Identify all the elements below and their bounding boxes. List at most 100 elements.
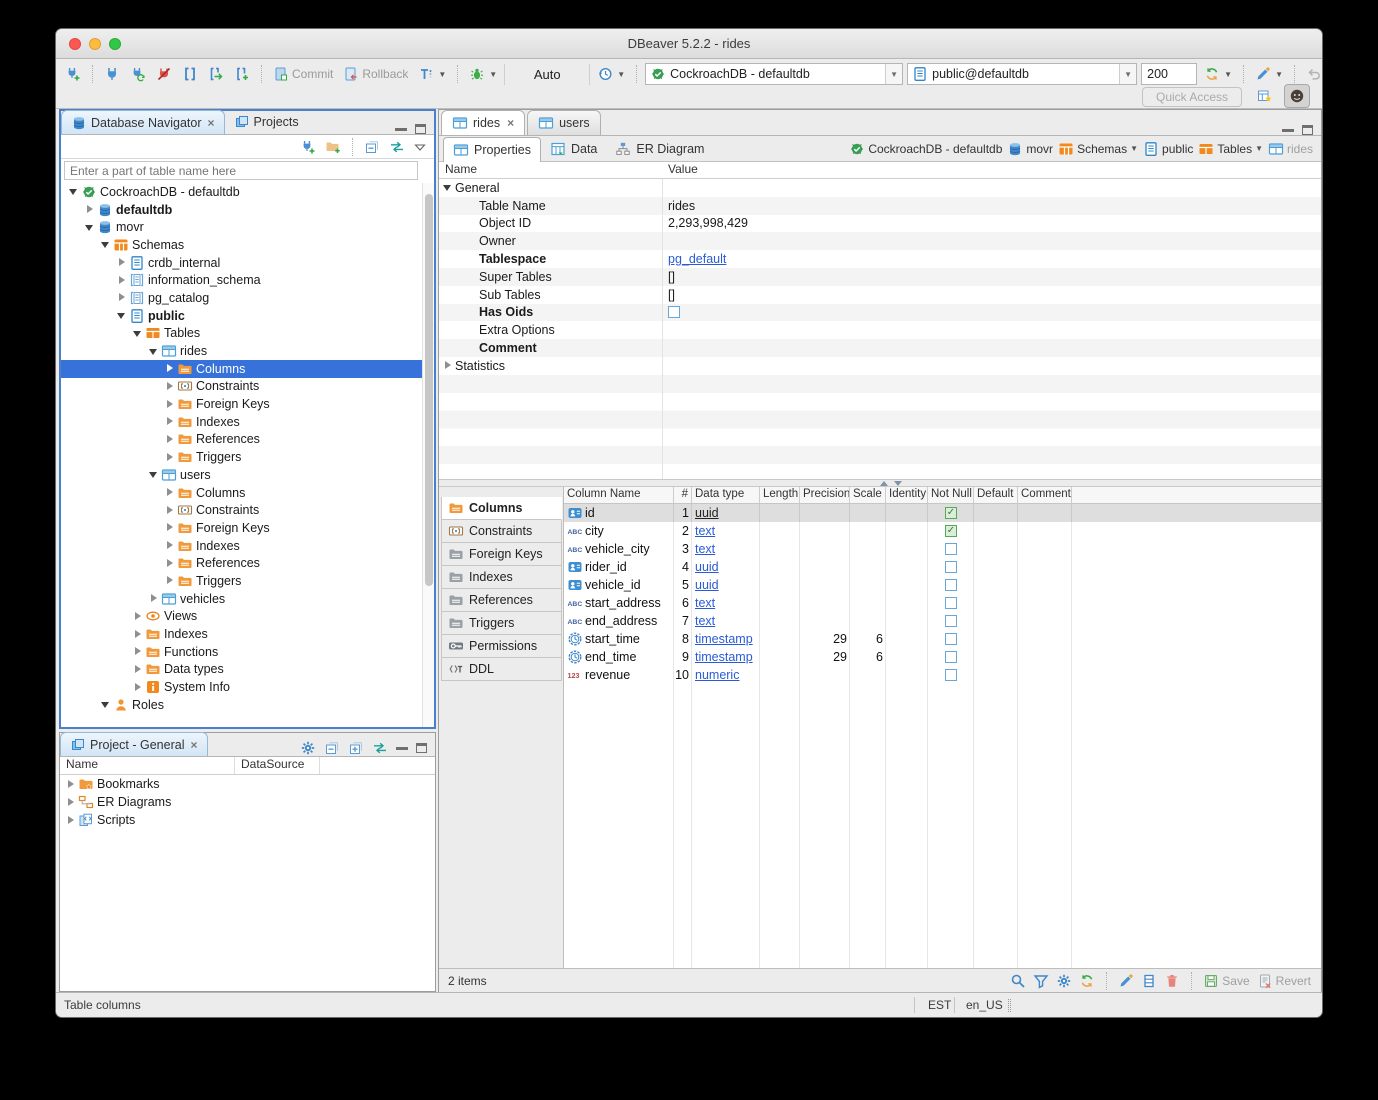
breadcrumb-movr[interactable]: movr — [1007, 141, 1053, 157]
connection-combo[interactable]: CockroachDB - defaultdb ▼ — [645, 63, 903, 85]
refresh-button[interactable]: ▼ — [1201, 66, 1235, 82]
transaction-mode-button[interactable]: ▼ — [415, 66, 449, 82]
chevron-down-icon[interactable]: ▼ — [1255, 144, 1263, 153]
tree-item-rides[interactable]: rides — [61, 342, 422, 360]
column-header-datasource[interactable]: DataSource — [235, 757, 320, 774]
chevron-right-icon[interactable] — [165, 381, 176, 392]
sql-editor-button[interactable] — [179, 63, 201, 85]
detail-tab-columns[interactable]: Columns — [441, 497, 562, 520]
fetch-size-input[interactable] — [1141, 63, 1197, 85]
subtab-data[interactable]: Data — [541, 137, 606, 162]
columns-config-icon[interactable] — [1141, 973, 1157, 989]
chevron-right-icon[interactable] — [85, 204, 96, 215]
gear-icon[interactable] — [300, 740, 316, 756]
property-row-super-tables[interactable]: Super Tables[] — [439, 268, 1321, 286]
view-menu-button[interactable] — [412, 137, 428, 157]
property-row-table-name[interactable]: Table Namerides — [439, 197, 1321, 215]
column-header-length[interactable]: Length — [760, 487, 800, 503]
new-sql-editor-button[interactable] — [231, 63, 253, 85]
chevron-right-icon[interactable] — [133, 611, 144, 622]
column-header-column-name[interactable]: Column Name — [564, 487, 674, 503]
column-row-start-address[interactable]: ABCstart_address6text — [564, 594, 1321, 612]
minimize-panel-icon[interactable] — [395, 128, 407, 131]
navigator-scrollbar[interactable] — [422, 183, 434, 727]
maximize-panel-icon[interactable] — [416, 743, 427, 753]
reconnect-button[interactable] — [127, 63, 149, 85]
breadcrumb-rides[interactable]: rides — [1268, 141, 1313, 157]
chevron-right-icon[interactable] — [117, 292, 128, 303]
detail-tab-triggers[interactable]: Triggers — [441, 612, 562, 635]
chevron-down-icon[interactable] — [133, 328, 144, 339]
detail-tab-constraints[interactable]: Constraints — [441, 520, 562, 543]
tree-item-public[interactable]: public — [61, 307, 422, 325]
data-type-link[interactable]: text — [695, 542, 715, 556]
not-null-checkbox[interactable] — [945, 669, 957, 681]
data-type-link[interactable]: text — [695, 596, 715, 610]
property-row-general[interactable]: General — [439, 179, 1321, 197]
nav-new-connection-button[interactable] — [298, 137, 318, 157]
breadcrumb-schemas[interactable]: Schemas▼ — [1058, 141, 1138, 157]
status-timezone[interactable]: EST — [928, 998, 951, 1012]
expand-all-icon[interactable] — [348, 740, 364, 756]
maximize-panel-icon[interactable] — [1302, 125, 1313, 135]
tree-item-pg-catalog[interactable]: pg_catalog — [61, 289, 422, 307]
chevron-right-icon[interactable] — [165, 399, 176, 410]
not-null-checkbox[interactable] — [945, 579, 957, 591]
tree-item-foreign-keys[interactable]: Foreign Keys — [61, 395, 422, 413]
not-null-checkbox[interactable]: ✓ — [945, 525, 957, 537]
column-header-data-type[interactable]: Data type — [692, 487, 760, 503]
quick-access-button[interactable]: Quick Access — [1142, 87, 1242, 107]
data-type-link[interactable]: timestamp — [695, 632, 753, 646]
chevron-right-icon[interactable] — [165, 452, 176, 463]
tree-item-tables[interactable]: Tables — [61, 325, 422, 343]
chevron-down-icon[interactable] — [149, 469, 160, 480]
dbeaver-perspective-button[interactable] — [1284, 84, 1310, 108]
close-tab-icon[interactable]: × — [207, 116, 214, 130]
column-header-precision[interactable]: Precision — [800, 487, 850, 503]
editor-tab-users[interactable]: users — [527, 110, 601, 135]
column-row-city[interactable]: ABCcity2text✓ — [564, 522, 1321, 540]
disconnect-button[interactable] — [153, 63, 175, 85]
chevron-right-icon[interactable] — [165, 363, 176, 374]
maximize-panel-icon[interactable] — [415, 124, 426, 134]
refresh-icon[interactable] — [1079, 973, 1095, 989]
tree-item-cockroachdb-defaultdb[interactable]: CockroachDB - defaultdb — [61, 183, 422, 201]
open-perspective-button[interactable] — [1252, 84, 1278, 108]
minimize-panel-icon[interactable] — [1282, 129, 1294, 132]
project-item-er-diagrams[interactable]: ER Diagrams — [60, 793, 435, 811]
not-null-checkbox[interactable] — [945, 597, 957, 609]
tree-item-triggers[interactable]: Triggers — [61, 572, 422, 590]
chevron-right-icon[interactable] — [117, 257, 128, 268]
data-type-link[interactable]: text — [695, 524, 715, 538]
data-type-link[interactable]: uuid — [695, 578, 719, 592]
not-null-checkbox[interactable] — [945, 543, 957, 555]
data-type-link[interactable]: numeric — [695, 668, 739, 682]
chevron-right-icon[interactable] — [133, 682, 144, 693]
tree-item-system-info[interactable]: System Info — [61, 678, 422, 696]
property-value-link[interactable]: pg_default — [668, 252, 726, 266]
chevron-down-icon[interactable]: ▼ — [1130, 144, 1138, 153]
chevron-down-icon[interactable] — [69, 186, 80, 197]
tree-item-indexes[interactable]: Indexes — [61, 413, 422, 431]
minimize-panel-icon[interactable] — [396, 747, 408, 750]
column-header-not-null[interactable]: Not Null — [928, 487, 974, 503]
link-with-editor-button[interactable] — [387, 137, 407, 157]
tree-item-functions[interactable]: Functions — [61, 643, 422, 661]
debug-button[interactable]: ▼ — [466, 66, 500, 82]
tree-item-roles[interactable]: Roles — [61, 696, 422, 714]
tree-item-constraints[interactable]: Constraints — [61, 378, 422, 396]
project-item-scripts[interactable]: Scripts — [60, 811, 435, 829]
new-connection-button[interactable] — [62, 63, 84, 85]
column-row-end-address[interactable]: ABCend_address7text — [564, 612, 1321, 630]
schema-combo[interactable]: public@defaultdb ▼ — [907, 63, 1137, 85]
tree-item-defaultdb[interactable]: defaultdb — [61, 201, 422, 219]
tree-item-vehicles[interactable]: vehicles — [61, 590, 422, 608]
chevron-down-icon[interactable] — [101, 239, 112, 250]
property-row-object-id[interactable]: Object ID2,293,998,429 — [439, 215, 1321, 233]
column-row-start-time[interactable]: start_time8timestamp296 — [564, 630, 1321, 648]
chevron-down-icon[interactable] — [117, 310, 128, 321]
not-null-checkbox[interactable]: ✓ — [945, 507, 957, 519]
chevron-right-icon[interactable] — [165, 434, 176, 445]
property-row-statistics[interactable]: Statistics — [439, 357, 1321, 375]
property-row-sub-tables[interactable]: Sub Tables[] — [439, 286, 1321, 304]
